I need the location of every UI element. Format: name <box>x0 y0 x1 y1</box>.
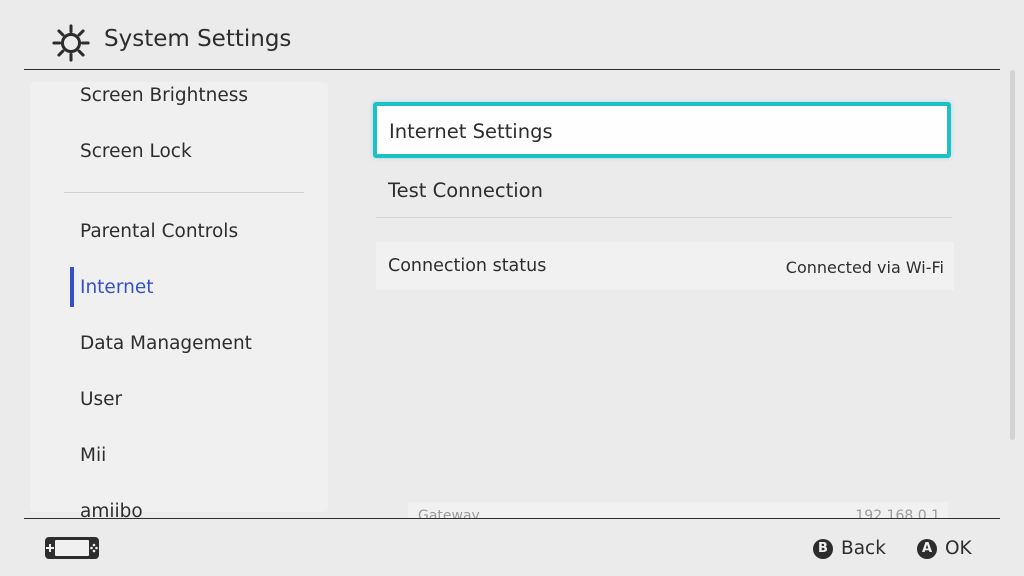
scrollbar[interactable] <box>1010 70 1015 440</box>
connection-status-row: Connection status Connected via Wi-Fi <box>376 242 954 290</box>
back-hint[interactable]: B Back <box>813 538 886 559</box>
a-button-icon: A <box>917 538 937 559</box>
sidebar-item-internet[interactable]: Internet <box>80 277 153 298</box>
sidebar-item-screen-brightness[interactable]: Screen Brightness <box>80 85 248 106</box>
gateway-value: 192.168.0.1 <box>855 508 940 518</box>
sidebar-divider <box>64 192 304 193</box>
sidebar-item-mii[interactable]: Mii <box>80 445 106 466</box>
sidebar-item-parental-controls[interactable]: Parental Controls <box>80 221 238 242</box>
sidebar-active-indicator <box>70 267 74 307</box>
option-label: Test Connection <box>388 179 543 202</box>
sidebar-item-data-management[interactable]: Data Management <box>80 333 252 354</box>
connection-status-value: Connected via Wi-Fi <box>785 258 944 277</box>
sidebar-item-user[interactable]: User <box>80 389 122 410</box>
handheld-console-icon <box>45 537 99 559</box>
header: System Settings <box>0 0 1024 70</box>
sidebar-item-amiibo[interactable]: amiibo <box>80 501 143 518</box>
gateway-row: Gateway 192.168.0.1 <box>408 502 948 518</box>
b-button-icon: B <box>813 538 833 559</box>
gear-icon <box>52 24 90 62</box>
sidebar-item-screen-lock[interactable]: Screen Lock <box>80 141 192 162</box>
sidebar: Screen Brightness Screen Lock Parental C… <box>0 70 330 518</box>
ok-hint[interactable]: A OK <box>917 538 972 559</box>
footer: B Back A OK <box>0 519 1024 576</box>
back-label: Back <box>841 538 886 559</box>
options-divider <box>376 217 952 218</box>
internet-settings-option[interactable]: Internet Settings <box>373 102 951 158</box>
ok-label: OK <box>945 538 972 559</box>
option-label: Internet Settings <box>389 120 553 143</box>
main-panel: Internet Settings Test Connection Connec… <box>330 70 1024 518</box>
test-connection-option[interactable]: Test Connection <box>376 170 952 216</box>
connection-status-label: Connection status <box>388 256 547 276</box>
gateway-label: Gateway <box>418 508 480 518</box>
page-title: System Settings <box>104 26 292 52</box>
